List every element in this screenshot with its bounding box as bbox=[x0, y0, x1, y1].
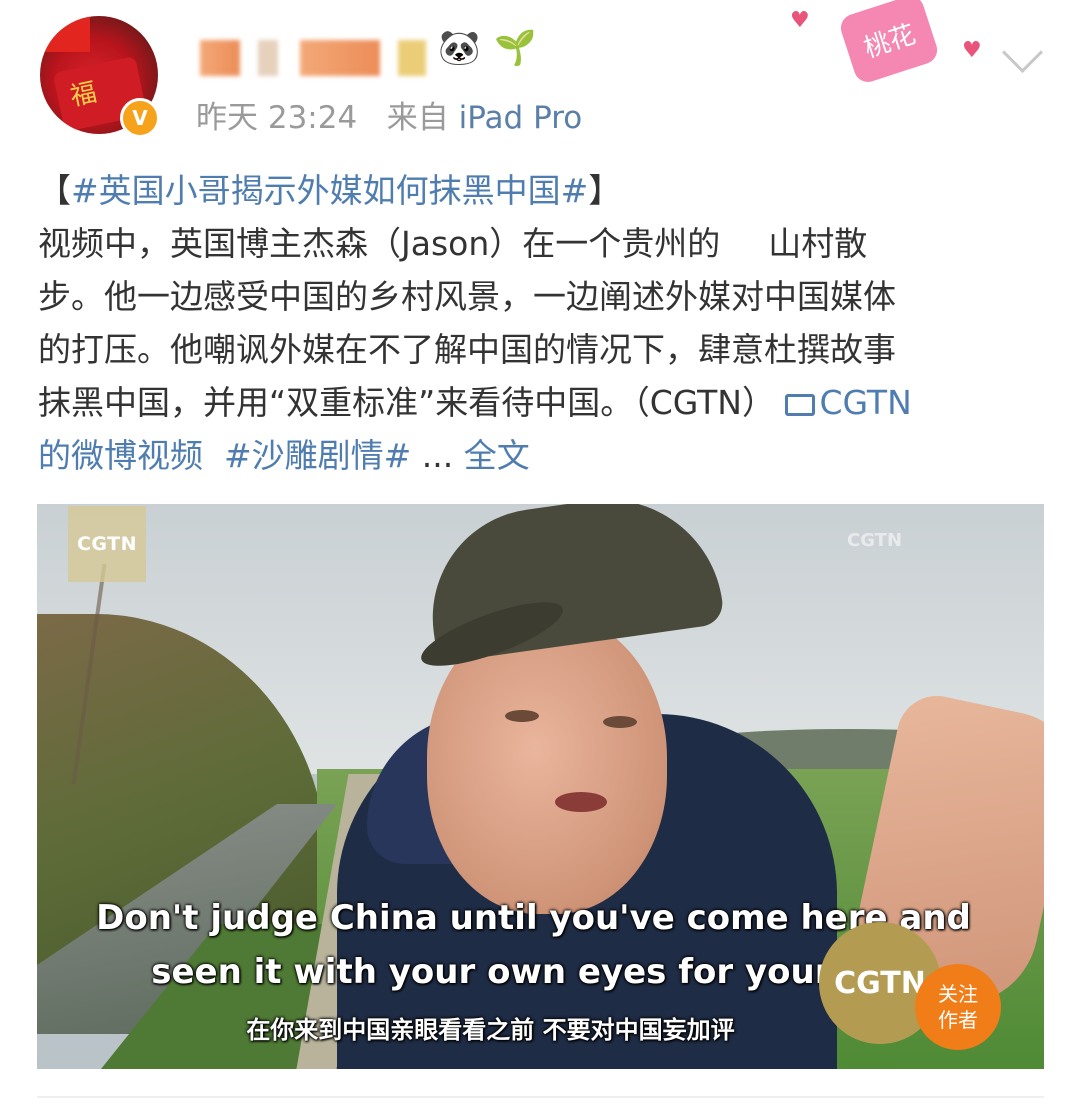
post-header: ★ 福 V 🐼 🌱 昨天 23:24 来自 iPad Pro ♥ ♥ 桃花 bbox=[0, 0, 1079, 150]
topic-bracket-open: 【 bbox=[38, 171, 71, 210]
heart-icon: ♥ bbox=[790, 8, 810, 33]
decoration-sticker: ♥ ♥ 桃花 bbox=[782, 0, 992, 96]
post-line-1a: 视频中，英国博主杰森（Jason）在一个贵州的 bbox=[38, 224, 721, 263]
post-time: 昨天 23:24 bbox=[196, 100, 358, 136]
video-link[interactable]: CGTN bbox=[785, 383, 912, 422]
username-blurred bbox=[300, 40, 380, 76]
cgtn-logo-icon: CGTN bbox=[68, 506, 146, 582]
cgtn-watermark: CGTN bbox=[847, 530, 903, 551]
post-line-4: 抹黑中国，并用“双重标准”来看待中国。（CGTN） bbox=[38, 383, 775, 422]
hidden-text-mask bbox=[720, 228, 769, 263]
chevron-down-icon[interactable] bbox=[1001, 31, 1044, 74]
post-line-1b: 山村散 bbox=[768, 224, 868, 263]
post-source[interactable]: iPad Pro bbox=[459, 100, 583, 136]
presenter-eye bbox=[603, 716, 637, 728]
flag-icon: ★ bbox=[40, 16, 90, 52]
topic-link[interactable]: #英国小哥揭示外媒如何抹黑中国# bbox=[71, 171, 588, 210]
username-blurred bbox=[258, 40, 278, 76]
source-prefix: 来自 bbox=[386, 100, 449, 136]
post-line-2: 步。他一边感受中国的乡村风景，一边阐述外媒对中国媒体 bbox=[38, 277, 896, 316]
username-blurred[interactable] bbox=[200, 40, 240, 76]
verified-badge-icon: V bbox=[120, 98, 160, 138]
video-link-suffix[interactable]: 的微博视频 bbox=[38, 436, 203, 475]
lucky-bag-icon: 桃花 bbox=[837, 0, 941, 86]
hashtag-link[interactable]: #沙雕剧情# bbox=[224, 436, 411, 475]
presenter-mouth bbox=[555, 792, 607, 812]
presenter-eye bbox=[505, 710, 539, 722]
username-blurred bbox=[398, 40, 426, 76]
full-text-link[interactable]: 全文 bbox=[464, 436, 530, 475]
follow-author-button[interactable]: 关注 作者 bbox=[915, 964, 1001, 1050]
video-link-label: CGTN bbox=[819, 383, 912, 422]
heart-icon: ♥ bbox=[962, 38, 982, 63]
panda-emoji-icon: 🐼 bbox=[438, 28, 481, 68]
post-line-3: 的打压。他嘲讽外媒在不了解中国的情况下，肆意杜撰故事 bbox=[38, 330, 896, 369]
sprout-emoji-icon: 🌱 bbox=[494, 28, 537, 68]
post-meta: 昨天 23:24 来自 iPad Pro bbox=[196, 92, 582, 137]
topic-bracket-close: 】 bbox=[588, 171, 622, 210]
post-text: 【#英国小哥揭示外媒如何抹黑中国#】 视频中，英国博主杰森（Jason）在一个贵… bbox=[38, 164, 1048, 482]
video-icon bbox=[785, 394, 816, 416]
ellipsis: ... bbox=[421, 436, 454, 475]
video-player[interactable]: CGTN CGTN Don't judge China until you've… bbox=[37, 504, 1044, 1069]
divider bbox=[37, 1096, 1044, 1098]
